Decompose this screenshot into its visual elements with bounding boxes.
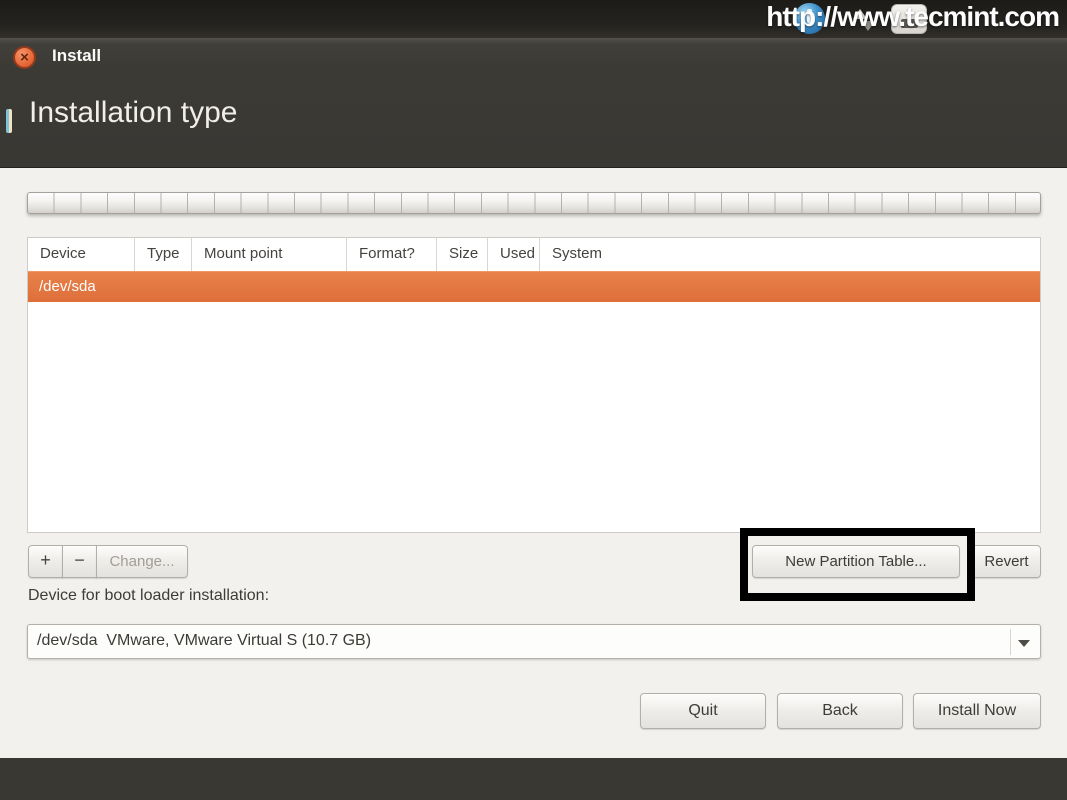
background-artifact (6, 109, 12, 133)
desktop-top-bar: http://www.tecmint.com (0, 0, 1067, 38)
boot-loader-selected-value: /dev/sda VMware, VMware Virtual S (10.7 … (37, 632, 372, 649)
screen: http://www.tecmint.com × Install Install… (0, 0, 1067, 800)
column-header-system[interactable]: System (540, 238, 1040, 271)
column-header-format[interactable]: Format? (347, 238, 437, 271)
watermark-text: http://www.tecmint.com (766, 1, 1060, 32)
partition-toolbar: + − Change... (28, 545, 188, 578)
table-row-selected[interactable]: /dev/sda (28, 271, 1040, 302)
column-header-used[interactable]: Used (488, 238, 540, 271)
table-empty-body (28, 302, 1040, 532)
boot-loader-select[interactable]: /dev/sda VMware, VMware Virtual S (10.7 … (27, 624, 1041, 659)
back-button[interactable]: Back (777, 693, 903, 729)
revert-button[interactable]: Revert (972, 545, 1041, 578)
close-icon: × (20, 49, 29, 66)
window-header: × Install Installation type (0, 38, 1067, 168)
add-partition-button[interactable]: + (28, 545, 63, 578)
window-title: Install (52, 46, 102, 65)
new-partition-table-button[interactable]: New Partition Table... (752, 545, 960, 578)
quit-button[interactable]: Quit (640, 693, 766, 729)
remove-partition-button[interactable]: − (62, 545, 97, 578)
partition-table-header: Device Type Mount point Format? Size Use… (28, 238, 1040, 271)
dropdown-arrow-icon (1018, 640, 1030, 647)
change-partition-button[interactable]: Change... (96, 545, 188, 578)
page-title: Installation type (29, 96, 238, 129)
column-header-device[interactable]: Device (28, 238, 135, 271)
column-header-type[interactable]: Type (135, 238, 192, 271)
combo-separator (1010, 629, 1011, 655)
content-area: Device Type Mount point Format? Size Use… (0, 168, 1067, 758)
disk-usage-bar (27, 192, 1041, 214)
column-header-size[interactable]: Size (437, 238, 488, 271)
close-button[interactable]: × (13, 46, 36, 69)
column-header-mount-point[interactable]: Mount point (192, 238, 347, 271)
desktop-bottom-bar (0, 758, 1067, 800)
partition-table: Device Type Mount point Format? Size Use… (27, 237, 1041, 533)
boot-loader-label: Device for boot loader installation: (28, 587, 270, 604)
install-now-button[interactable]: Install Now (913, 693, 1041, 729)
